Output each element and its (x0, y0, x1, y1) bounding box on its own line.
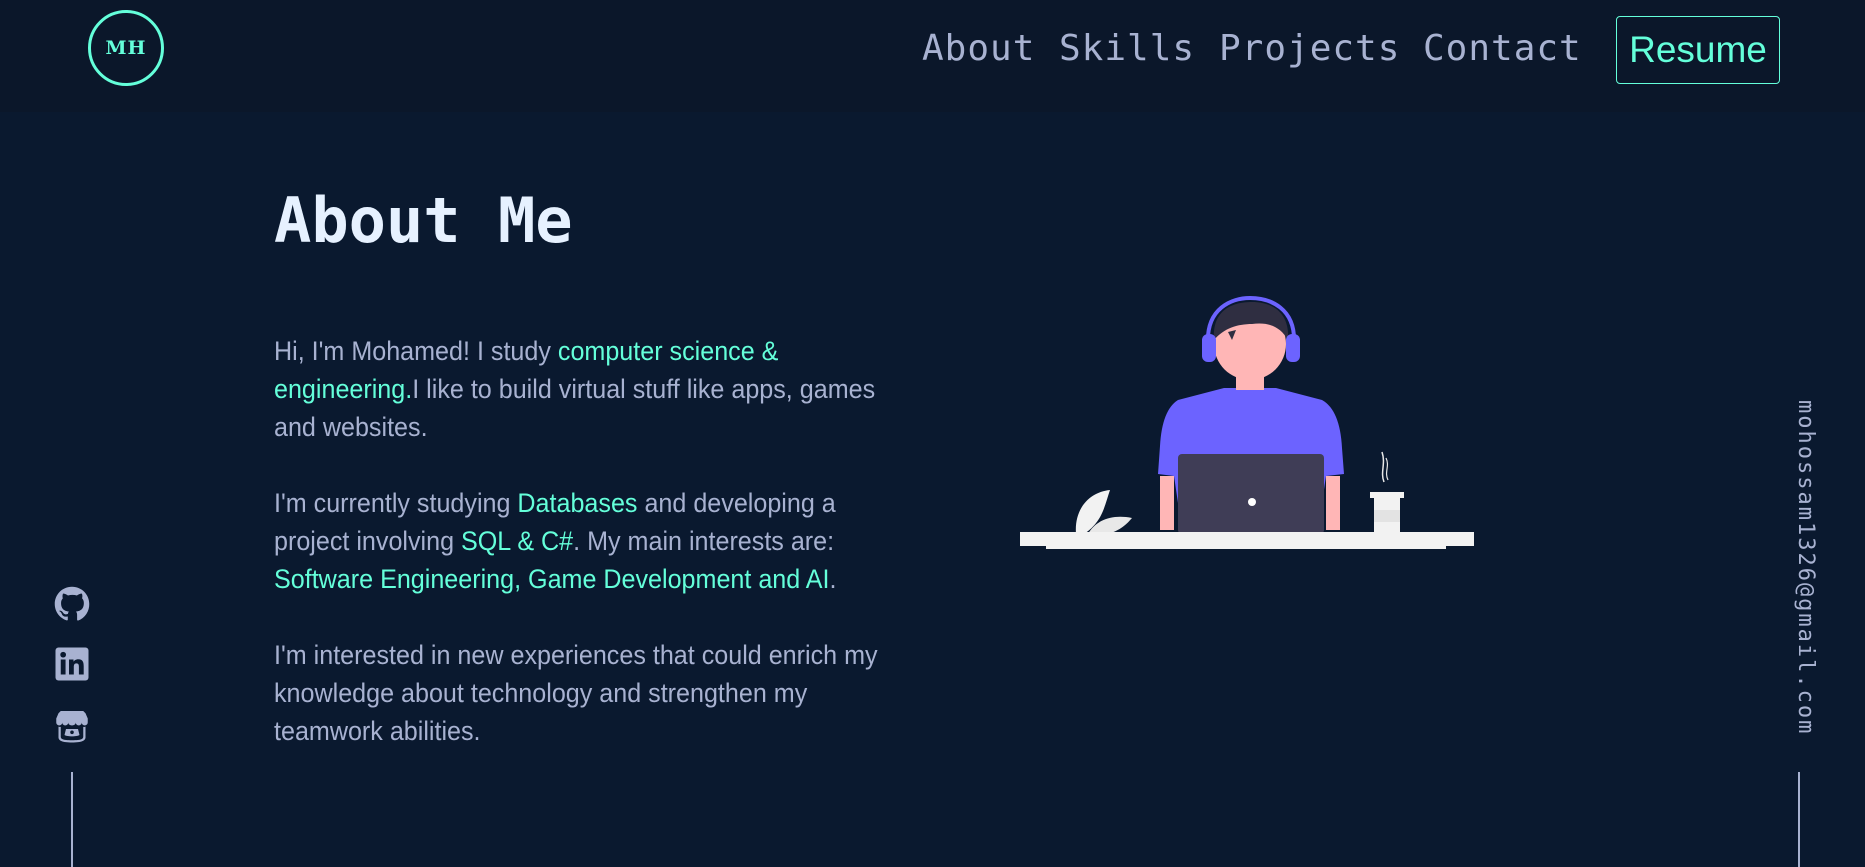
linkedin-icon[interactable] (54, 646, 90, 682)
right-vertical-line (1798, 772, 1800, 867)
nav-link-projects[interactable]: Projects (1219, 26, 1400, 72)
para-text: I'm currently studying (274, 488, 518, 518)
para-text: . My main interests are: (573, 526, 835, 556)
email-link[interactable]: mohossam1326@gmail.com (1778, 400, 1818, 740)
highlight-text: Software Engineering, Game Development a… (274, 564, 830, 594)
developer-at-desk-illustration (1020, 296, 1474, 549)
logo[interactable]: MH (88, 10, 164, 86)
navbar: MH About Skills Projects Contact Resume (0, 0, 1865, 112)
about-paragraph-1: Hi, I'm Mohamed! I study computer scienc… (274, 332, 879, 446)
resume-button[interactable]: Resume (1616, 16, 1780, 84)
para-text: . (829, 564, 837, 594)
github-icon[interactable] (54, 586, 90, 622)
about-paragraph-3: I'm interested in new experiences that c… (274, 640, 878, 746)
nav-link-skills[interactable]: Skills (1059, 26, 1195, 72)
nav-link-about[interactable]: About (922, 26, 1035, 72)
itchio-icon[interactable] (54, 708, 90, 744)
about-paragraph-2: I'm currently studying Databases and dev… (274, 484, 879, 598)
para-text: Hi, I'm Mohamed! I study (274, 336, 558, 366)
highlight-text: SQL & C# (461, 526, 574, 556)
section-title: About Me (274, 184, 573, 257)
nav-link-contact[interactable]: Contact (1423, 26, 1582, 72)
highlight-text: Databases (517, 488, 638, 518)
left-vertical-line (71, 772, 73, 867)
